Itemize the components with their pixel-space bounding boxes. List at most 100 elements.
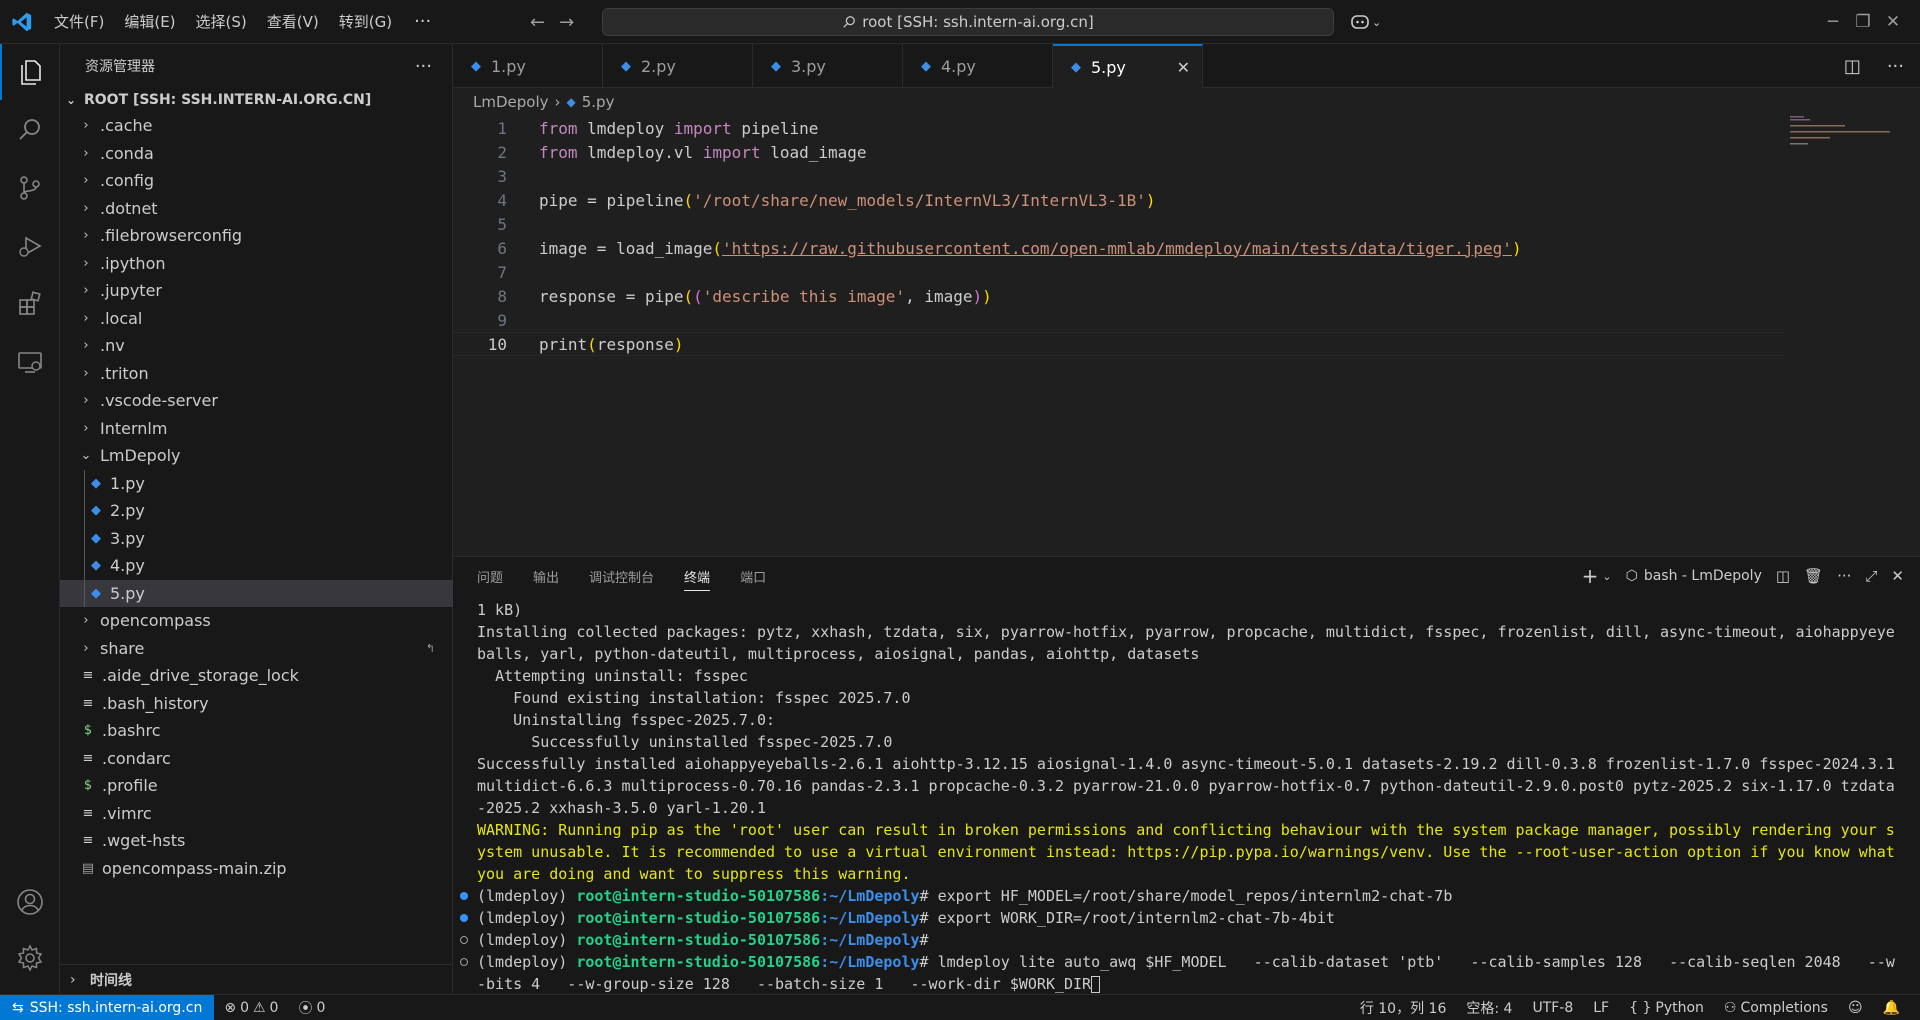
command-center[interactable]: root [SSH: ssh.intern-ai.org.cn] [602, 8, 1334, 36]
maximize-panel-icon[interactable]: ⤢ [1865, 567, 1877, 585]
file-aide-drive-storage-lock[interactable]: ≡ .aide_drive_storage_lock [60, 662, 453, 690]
forward-arrow-icon[interactable]: → [559, 12, 574, 33]
ports-indicator[interactable]: ⦿ 0 [288, 998, 335, 1018]
folder-internlm[interactable]: › Internlm [60, 415, 453, 443]
close-window-button[interactable]: ✕ [1864, 0, 1920, 44]
explorer-icon[interactable] [0, 44, 60, 100]
menu-selection[interactable]: 选择(S) [186, 0, 257, 44]
tab-terminal[interactable]: 终端 [684, 567, 711, 591]
more-actions-icon[interactable]: ··· [1837, 567, 1851, 585]
file-2-py[interactable]: ◆ 2.py [60, 497, 453, 525]
close-panel-icon[interactable]: ✕ [1891, 567, 1904, 585]
explorer-more-button[interactable]: ··· [415, 56, 432, 77]
chevron-down-icon[interactable]: ⌄ [1602, 570, 1611, 583]
account-icon[interactable] [0, 874, 60, 930]
language-mode[interactable]: { } Python [1619, 1000, 1714, 1016]
tab-1-py[interactable]: ◆ 1.py [453, 44, 603, 88]
command-empty-dot[interactable] [460, 958, 468, 966]
trash-icon[interactable]: 🗑 [1804, 567, 1823, 585]
url-string-literal[interactable]: 'https://raw.githubusercontent.com/open-… [722, 239, 1512, 258]
file-bashrc[interactable]: $ .bashrc [60, 717, 453, 745]
file-4-py[interactable]: ◆ 4.py [60, 552, 453, 580]
more-actions-icon[interactable]: ··· [1887, 56, 1904, 77]
folder-share[interactable]: › share ↰ [60, 635, 453, 663]
run-debug-icon[interactable] [0, 218, 60, 274]
search-icon[interactable] [0, 102, 60, 158]
menu-edit[interactable]: 编辑(E) [114, 0, 185, 44]
split-terminal-icon[interactable]: ◫ [1776, 567, 1790, 585]
tab-5-py[interactable]: ◆ 5.py ✕ [1053, 44, 1203, 89]
folder-dotnet[interactable]: › .dotnet [60, 195, 453, 223]
remote-indicator[interactable]: ⇆ SSH: ssh.intern-ai.org.cn [0, 994, 215, 1020]
breadcrumb: LmDepoly › ◆ 5.py [453, 88, 614, 116]
tab-debug-console[interactable]: 调试控制台 [589, 567, 654, 586]
tab-ports[interactable]: 端口 [740, 567, 766, 586]
settings-gear-icon[interactable] [0, 930, 60, 986]
tab-2-py[interactable]: ◆ 2.py [603, 44, 753, 88]
encoding[interactable]: UTF-8 [1522, 1000, 1583, 1016]
folder-cache[interactable]: › .cache [60, 112, 453, 140]
workspace-root[interactable]: ⌄ ROOT [SSH: SSH.INTERN-AI.ORG.CN] [60, 88, 452, 112]
breadcrumb-file[interactable]: 5.py [582, 93, 615, 111]
terminal-line: Attempting uninstall: fsspec [477, 667, 748, 685]
folder-opencompass[interactable]: › opencompass [60, 607, 453, 635]
split-editor-icon[interactable]: ◫ [1844, 56, 1861, 77]
code-editor[interactable]: 1 from lmdeploy import pipeline 2 from lmd… [453, 116, 1920, 556]
folder-config[interactable]: › .config [60, 167, 453, 195]
new-terminal-icon[interactable]: + [1582, 564, 1599, 588]
menu-go[interactable]: 转到(G) [329, 0, 402, 44]
notifications-bell-icon[interactable]: 🔔 [1873, 1000, 1910, 1016]
problems-indicator[interactable]: ⊗ 0 ⚠ 0 [214, 1000, 288, 1016]
menu-more-button[interactable]: ··· [402, 0, 443, 44]
breadcrumb-folder[interactable]: LmDepoly [473, 93, 549, 111]
tab-problems[interactable]: 问题 [477, 567, 503, 586]
feedback-icon[interactable]: ☺ [1838, 1000, 1873, 1016]
folder-lmdepoly[interactable]: ⌄ LmDepoly [60, 442, 453, 470]
command-empty-dot[interactable] [460, 936, 468, 944]
minimap[interactable] [1790, 116, 1890, 146]
folder-jupyter[interactable]: › .jupyter [60, 277, 453, 305]
copilot-button[interactable]: ⌄ [1350, 0, 1381, 44]
remote-icon: ⇆ [12, 999, 24, 1016]
terminal-selector[interactable]: ⬡ bash - LmDepoly [1626, 568, 1762, 584]
file-wget-hsts[interactable]: ≡ .wget-hsts [60, 827, 453, 855]
tab-3-py[interactable]: ◆ 3.py [753, 44, 903, 88]
menu-view[interactable]: 查看(V) [257, 0, 329, 44]
command-success-dot[interactable] [460, 892, 468, 900]
remote-explorer-icon[interactable] [0, 334, 60, 390]
file-bash-history[interactable]: ≡ .bash_history [60, 690, 453, 718]
file-label: 3.py [110, 528, 145, 548]
cursor-position[interactable]: 行 10，列 16 [1350, 998, 1457, 1018]
folder-filebrowserconfig[interactable]: › .filebrowserconfig [60, 222, 453, 250]
file-condarc[interactable]: ≡ .condarc [60, 745, 453, 773]
tab-4-py[interactable]: ◆ 4.py [903, 44, 1053, 88]
folder-triton[interactable]: › .triton [60, 360, 453, 388]
end-of-line[interactable]: LF [1583, 1000, 1619, 1016]
file-opencompass-main-zip[interactable]: ▤ opencompass-main.zip [60, 855, 453, 883]
folder-conda[interactable]: › .conda [60, 140, 453, 168]
file-5-py[interactable]: ◆ 5.py [60, 579, 453, 607]
file-profile[interactable]: $ .profile [60, 772, 453, 800]
back-arrow-icon[interactable]: ← [530, 12, 545, 33]
tab-output[interactable]: 输出 [533, 567, 559, 586]
timeline-section[interactable]: › 时间线 [60, 964, 453, 994]
folder-vscode-server[interactable]: › .vscode-server [60, 387, 453, 415]
indentation[interactable]: 空格: 4 [1456, 998, 1522, 1018]
close-tab-icon[interactable]: ✕ [1177, 58, 1190, 77]
folder-local[interactable]: › .local [60, 305, 453, 333]
folder-ipython[interactable]: › .ipython [60, 250, 453, 278]
terminal-output[interactable]: 1 kB) Installing collected packages: pyt… [460, 599, 1904, 995]
source-control-icon[interactable] [0, 160, 60, 216]
command-success-dot[interactable] [460, 914, 468, 922]
extensions-icon[interactable] [0, 276, 60, 332]
menu-file[interactable]: 文件(F) [44, 0, 114, 44]
file-3-py[interactable]: ◆ 3.py [60, 524, 453, 552]
file-vimrc[interactable]: ≡ .vimrc [60, 800, 453, 828]
code-line: 9 [453, 308, 1783, 332]
folder-nv[interactable]: › .nv [60, 332, 453, 360]
module-name: lmdeploy.vl [587, 142, 694, 162]
copilot-completions[interactable]: ⚇ Completions [1714, 1000, 1838, 1016]
file-1-py[interactable]: ◆ 1.py [60, 469, 453, 497]
terminal-line: Successfully installed aiohappyeyeballs-… [477, 755, 1904, 817]
terminal-line: 1 kB) [477, 601, 523, 619]
